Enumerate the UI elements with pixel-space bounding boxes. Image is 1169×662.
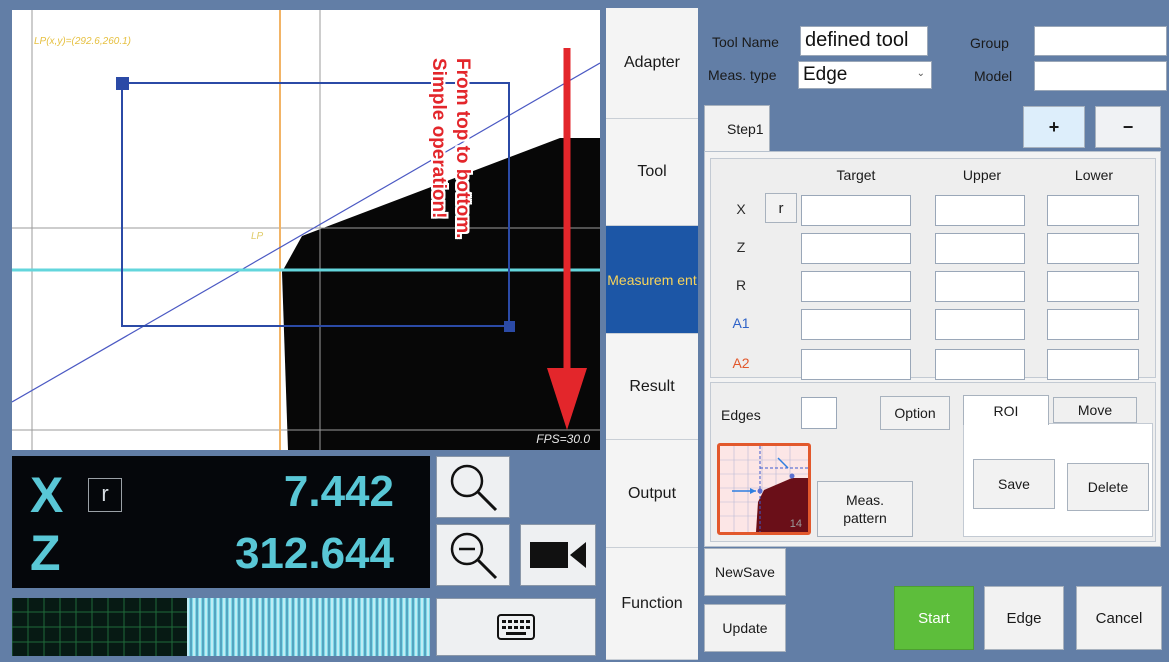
pattern-number: 14 (789, 518, 802, 530)
row-z-lower-input[interactable] (1047, 233, 1139, 264)
nav-output[interactable]: Output (606, 440, 698, 548)
tab-roi[interactable]: ROI (963, 395, 1049, 425)
row-a2-lower-input[interactable] (1047, 349, 1139, 380)
row-a1-target-input[interactable] (801, 309, 911, 340)
lp-marker-label: LP (251, 231, 264, 242)
nav-function[interactable]: Function (606, 548, 698, 660)
annotation-line-2: Simple operation! (428, 58, 449, 219)
nav-result[interactable]: Result (606, 334, 698, 440)
row-z-upper-input[interactable] (935, 233, 1025, 264)
tool-name-label: Tool Name (712, 34, 779, 50)
video-camera-icon (530, 542, 586, 568)
group-label: Group (970, 35, 1009, 51)
coordinate-readout: X r 7.442 Z 312.644 (12, 456, 430, 588)
add-step-button[interactable]: + (1023, 106, 1085, 148)
x-value: 7.442 (283, 467, 394, 516)
remove-step-button[interactable]: − (1095, 106, 1161, 148)
waveform-graph (12, 598, 430, 656)
zoom-in-icon (450, 464, 498, 512)
keyboard-button[interactable] (436, 598, 596, 656)
row-a2-target-input[interactable] (801, 349, 911, 380)
row-label-r: R (735, 277, 747, 293)
start-button[interactable]: Start (894, 586, 974, 650)
zoom-out-button[interactable] (436, 524, 510, 586)
roi-delete-button[interactable]: Delete (1067, 463, 1149, 511)
camera-button[interactable] (520, 524, 596, 586)
row-z-target-input[interactable] (801, 233, 911, 264)
x-radius-toggle[interactable]: r (88, 478, 122, 512)
tab-move[interactable]: Move (1053, 397, 1137, 423)
camera-view[interactable]: LP(x,y)=(292.6,260.1) LP FPS=30.0 From t… (12, 10, 600, 450)
newsave-button[interactable]: NewSave (704, 548, 786, 596)
nav-adapter[interactable]: Adapter (606, 8, 698, 119)
annotation-line-1: From top to bottom. (452, 58, 473, 239)
edge-button[interactable]: Edge (984, 586, 1064, 650)
z-axis-label: Z (30, 525, 61, 581)
row-label-x: X (736, 201, 746, 217)
row-r-target-input[interactable] (801, 271, 911, 302)
col-header-upper: Upper (962, 167, 1002, 183)
keyboard-icon (497, 614, 535, 640)
meas-pattern-button[interactable]: Meas. pattern (817, 481, 913, 537)
row-x-lower-input[interactable] (1047, 195, 1139, 226)
row-a1-upper-input[interactable] (935, 309, 1025, 340)
nav-measurement[interactable]: Measurem ent (606, 226, 698, 334)
col-header-target: Target (836, 167, 876, 183)
row-label-a2: A2 (732, 355, 750, 371)
cancel-button[interactable]: Cancel (1076, 586, 1162, 650)
row-x-upper-input[interactable] (935, 195, 1025, 226)
meas-type-label: Meas. type (708, 67, 777, 83)
row-x-target-input[interactable] (801, 195, 911, 226)
tolerance-table: Target Upper Lower X Z R A1 A2 r (710, 158, 1156, 380)
roi-save-button[interactable]: Save (973, 459, 1055, 509)
edges-input[interactable] (801, 397, 837, 429)
measurement-panel: Tool Name defined tool Group Meas. type … (698, 8, 1169, 662)
meas-pattern-line2: pattern (843, 510, 887, 526)
app-root: LP(x,y)=(292.6,260.1) LP FPS=30.0 From t… (0, 0, 1169, 662)
zoom-in-button[interactable] (436, 456, 510, 518)
option-button[interactable]: Option (880, 396, 950, 430)
tab-step1[interactable]: Step1 (704, 105, 770, 151)
row-label-z: Z (736, 239, 746, 255)
annotation-text: From top to bottom. Simple operation! (384, 58, 474, 258)
update-button[interactable]: Update (704, 604, 786, 652)
zoom-out-icon (450, 532, 498, 580)
camera-overlay (12, 10, 600, 450)
row-r-lower-input[interactable] (1047, 271, 1139, 302)
row-label-a1: A1 (732, 315, 750, 331)
pattern-thumbnail[interactable]: 14 (717, 443, 811, 535)
row-a2-upper-input[interactable] (935, 349, 1025, 380)
meas-pattern-line1: Meas. (845, 492, 885, 508)
group-input[interactable] (1034, 26, 1167, 56)
edges-section: Edges Option 14 Meas. pattern ROI Move S… (710, 382, 1156, 542)
row-r-upper-input[interactable] (935, 271, 1025, 302)
model-input[interactable] (1034, 61, 1167, 91)
col-header-lower: Lower (1074, 167, 1114, 183)
side-nav: Adapter Tool Measurem ent Result Output … (606, 8, 698, 660)
nav-tool[interactable]: Tool (606, 119, 698, 226)
fps-readout: FPS=30.0 (536, 432, 590, 446)
meas-type-select[interactable]: Edge ⌄ (798, 61, 932, 89)
row-a1-lower-input[interactable] (1047, 309, 1139, 340)
z-value: 312.644 (234, 529, 394, 578)
meas-type-value: Edge (803, 64, 848, 85)
chevron-down-icon: ⌄ (916, 68, 925, 79)
model-label: Model (974, 68, 1013, 84)
lp-readout: LP(x,y)=(292.6,260.1) (34, 36, 131, 47)
x-axis-label: X (30, 467, 64, 523)
edges-label: Edges (721, 407, 761, 423)
tool-name-input[interactable]: defined tool (800, 26, 928, 56)
signal-waveform (12, 598, 430, 656)
row-x-radius-toggle[interactable]: r (765, 193, 797, 223)
